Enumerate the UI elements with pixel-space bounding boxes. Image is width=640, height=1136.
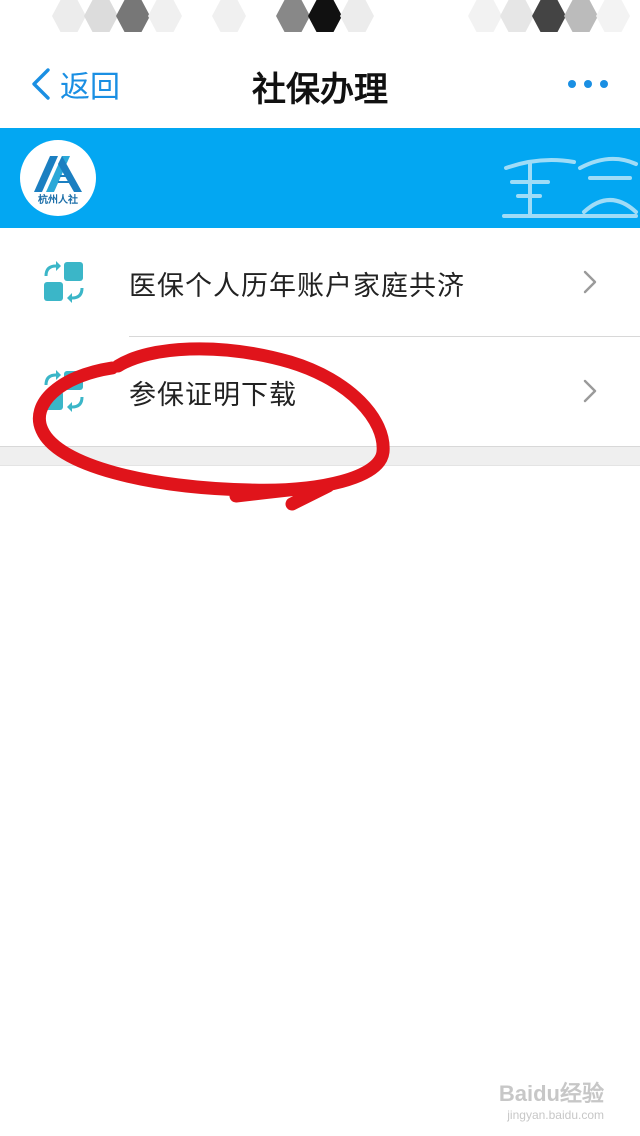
list-item-label: 医保个人历年账户家庭共济 (129, 271, 465, 302)
list-item-insurance-certificate-download[interactable]: 参保证明下载 (0, 337, 640, 446)
watermark-title: Baidu经验 (498, 1081, 604, 1106)
blurred-status-cell (340, 0, 374, 32)
blurred-status-cell (500, 0, 534, 32)
blurred-status-cell (84, 0, 118, 32)
transfer-squares-icon (44, 261, 84, 303)
logo-text: 杭州人社 (38, 195, 78, 206)
list-footer-separator (0, 446, 640, 466)
more-options-button[interactable] (568, 76, 608, 92)
watermark-url: jingyan.baidu.com (507, 1108, 604, 1122)
list-item-medical-family-sharing[interactable]: 医保个人历年账户家庭共济 (0, 228, 640, 337)
blurred-status-cell (148, 0, 182, 32)
blurred-status-cell (276, 0, 310, 32)
blurred-status-cell (564, 0, 598, 32)
blurred-status-cell (532, 0, 566, 32)
page-title: 社保办理 (252, 70, 388, 110)
blurred-status-cell (308, 0, 342, 32)
more-dot (584, 80, 592, 88)
city-landmark-decoration-icon (502, 156, 638, 218)
hangzhou-hr-logo: 杭州人社 (20, 140, 96, 216)
chevron-right-icon (583, 270, 597, 294)
status-bar (0, 0, 640, 34)
more-dot (568, 80, 576, 88)
blurred-status-cell (596, 0, 630, 32)
blurred-status-cell (116, 0, 150, 32)
navigation-bar: 返回 社保办理 (0, 34, 640, 128)
transfer-squares-icon (44, 370, 84, 412)
more-dot (600, 80, 608, 88)
service-list: 医保个人历年账户家庭共济 参保证明下载 (0, 228, 640, 446)
chevron-right-icon (583, 379, 597, 403)
baidu-watermark: Baidu经验 jingyan.baidu.com (499, 1076, 604, 1122)
list-item-label: 参保证明下载 (129, 380, 297, 411)
service-banner: 杭州人社 (0, 128, 640, 228)
blurred-status-cell (468, 0, 502, 32)
blurred-status-cell (52, 0, 86, 32)
blurred-status-cell (212, 0, 246, 32)
